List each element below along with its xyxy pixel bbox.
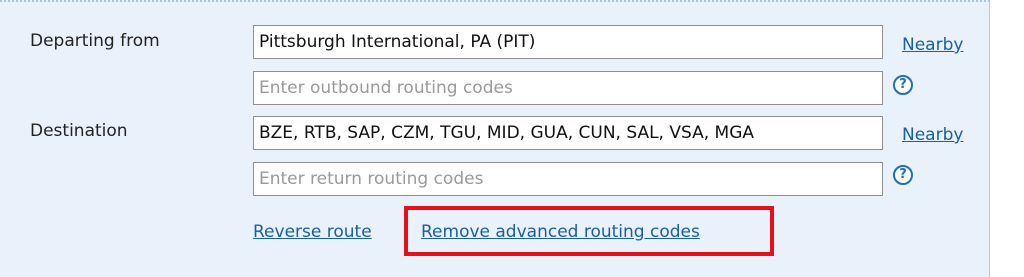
departing-nearby-link[interactable]: Nearby: [902, 35, 963, 55]
destination-label: Destination: [30, 121, 128, 141]
help-circle-icon[interactable]: ?: [893, 165, 913, 185]
help-circle-icon[interactable]: ?: [893, 75, 913, 95]
panel-top-border: [0, 0, 990, 2]
routing-panel: Departing from Pittsburgh International,…: [0, 0, 990, 277]
destination-nearby-link[interactable]: Nearby: [902, 125, 963, 145]
departing-from-label: Departing from: [30, 31, 160, 51]
return-routing-codes-input[interactable]: Enter return routing codes: [253, 162, 883, 196]
outbound-routing-codes-input[interactable]: Enter outbound routing codes: [253, 71, 883, 105]
reverse-route-link[interactable]: Reverse route: [253, 222, 372, 242]
destination-input[interactable]: BZE, RTB, SAP, CZM, TGU, MID, GUA, CUN, …: [253, 116, 883, 150]
departing-from-input[interactable]: Pittsburgh International, PA (PIT): [253, 25, 883, 59]
highlight-box: [404, 206, 774, 256]
